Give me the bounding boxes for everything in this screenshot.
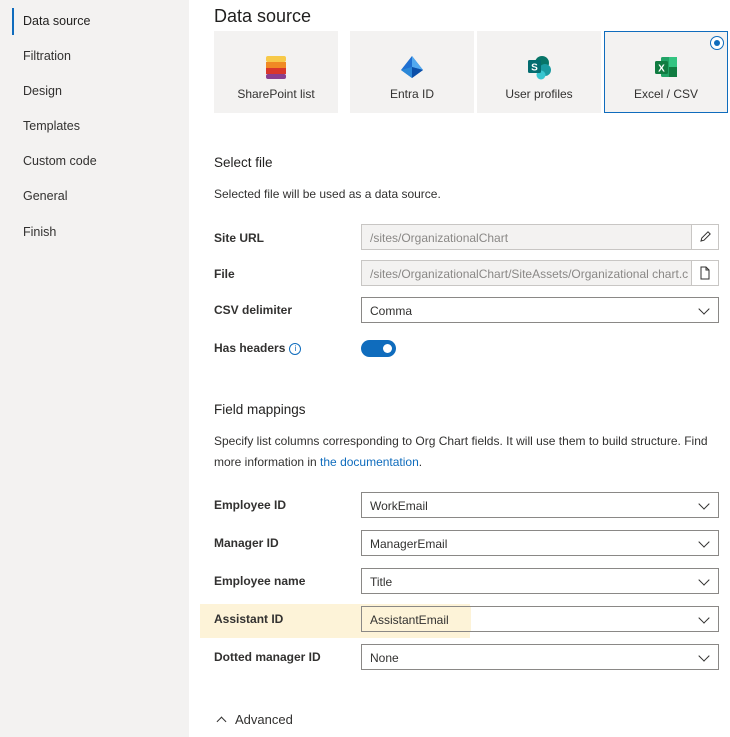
employee-name-label: Employee name — [214, 574, 306, 588]
dotted-manager-id-value: None — [370, 651, 399, 665]
info-icon[interactable]: i — [289, 342, 302, 355]
source-tile-entra-id[interactable]: Entra ID — [350, 31, 474, 113]
sharepoint-icon: S — [528, 56, 551, 80]
csv-delimiter-label: CSV delimiter — [214, 303, 293, 317]
assistant-id-label: Assistant ID — [214, 612, 284, 626]
tile-label: User profiles — [505, 87, 573, 101]
description-line1: Specify list columns corresponding to Or… — [214, 434, 708, 448]
assistant-id-value: AssistantEmail — [370, 613, 449, 627]
active-indicator — [12, 8, 14, 35]
pencil-icon — [700, 231, 711, 242]
chevron-down-icon — [698, 303, 710, 315]
has-headers-text: Has headers — [214, 341, 286, 355]
main-panel: Data source SharePoint list Entra ID S U… — [189, 0, 730, 737]
assistant-id-dropdown[interactable]: AssistantEmail — [361, 606, 719, 632]
source-tile-sharepoint-list[interactable]: SharePoint list — [214, 31, 338, 113]
documentation-link[interactable]: the documentation — [320, 455, 419, 469]
tile-label: SharePoint list — [237, 87, 315, 101]
sidebar-item-filtration[interactable]: Filtration — [23, 49, 71, 63]
sidebar-item-data-source[interactable]: Data source — [23, 14, 90, 28]
employee-id-dropdown[interactable]: WorkEmail — [361, 492, 719, 518]
source-tile-excel-csv[interactable]: X Excel / CSV — [604, 31, 728, 113]
dotted-manager-id-dropdown[interactable]: None — [361, 644, 719, 670]
edit-site-url-button[interactable] — [691, 225, 718, 249]
manager-id-label: Manager ID — [214, 536, 279, 550]
csv-delimiter-dropdown[interactable]: Comma — [361, 297, 719, 323]
source-tile-user-profiles[interactable]: S User profiles — [477, 31, 601, 113]
sidebar-item-templates[interactable]: Templates — [23, 119, 80, 133]
employee-id-label: Employee ID — [214, 498, 287, 512]
document-icon — [700, 266, 710, 280]
description-prefix: more information in — [214, 455, 321, 469]
csv-delimiter-value: Comma — [370, 304, 413, 318]
manager-id-dropdown[interactable]: ManagerEmail — [361, 530, 719, 556]
file-field: /sites/OrganizationalChart/SiteAssets/Or… — [361, 260, 719, 286]
site-url-value: /sites/OrganizationalChart — [370, 231, 509, 245]
sharepoint-list-icon — [266, 56, 286, 79]
excel-icon: X — [655, 57, 677, 77]
chevron-down-icon — [698, 498, 710, 510]
file-value: /sites/OrganizationalChart/SiteAssets/Or… — [370, 267, 688, 281]
site-url-field: /sites/OrganizationalChart — [361, 224, 719, 250]
select-file-description: Selected file will be used as a data sou… — [214, 187, 441, 201]
selected-radio-icon[interactable] — [710, 36, 724, 50]
has-headers-label: Has headers i — [214, 341, 302, 355]
site-url-label: Site URL — [214, 231, 265, 245]
svg-text:X: X — [658, 64, 665, 75]
dotted-manager-id-label: Dotted manager ID — [214, 650, 321, 664]
manager-id-value: ManagerEmail — [370, 537, 448, 551]
advanced-toggle[interactable]: Advanced — [214, 712, 293, 727]
field-mappings-description: Specify list columns corresponding to Or… — [214, 431, 714, 473]
svg-text:S: S — [531, 63, 538, 74]
field-mappings-title: Field mappings — [214, 402, 306, 417]
page-title: Data source — [214, 6, 312, 26]
description-suffix: . — [418, 455, 423, 469]
chevron-down-icon — [698, 574, 710, 586]
sidebar-item-general[interactable]: General — [23, 189, 67, 203]
has-headers-toggle[interactable] — [361, 340, 396, 357]
advanced-label: Advanced — [235, 712, 293, 727]
tile-label: Entra ID — [389, 87, 434, 101]
select-file-title: Select file — [214, 155, 273, 170]
employee-name-dropdown[interactable]: Title — [361, 568, 719, 594]
sidebar-item-custom-code[interactable]: Custom code — [23, 154, 97, 168]
chevron-down-icon — [698, 650, 710, 662]
browse-file-button[interactable] — [691, 261, 718, 285]
entra-id-icon — [401, 56, 423, 78]
chevron-down-icon — [698, 612, 710, 624]
chevron-down-icon — [698, 536, 710, 548]
tile-label: Excel / CSV — [633, 87, 699, 101]
sidebar-nav: Data source Filtration Design Templates … — [0, 0, 189, 737]
employee-id-value: WorkEmail — [370, 499, 428, 513]
employee-name-value: Title — [370, 575, 393, 589]
file-label: File — [214, 267, 235, 281]
chevron-up-icon — [216, 716, 227, 727]
sidebar-item-finish[interactable]: Finish — [23, 225, 56, 239]
sidebar-item-design[interactable]: Design — [23, 84, 62, 98]
